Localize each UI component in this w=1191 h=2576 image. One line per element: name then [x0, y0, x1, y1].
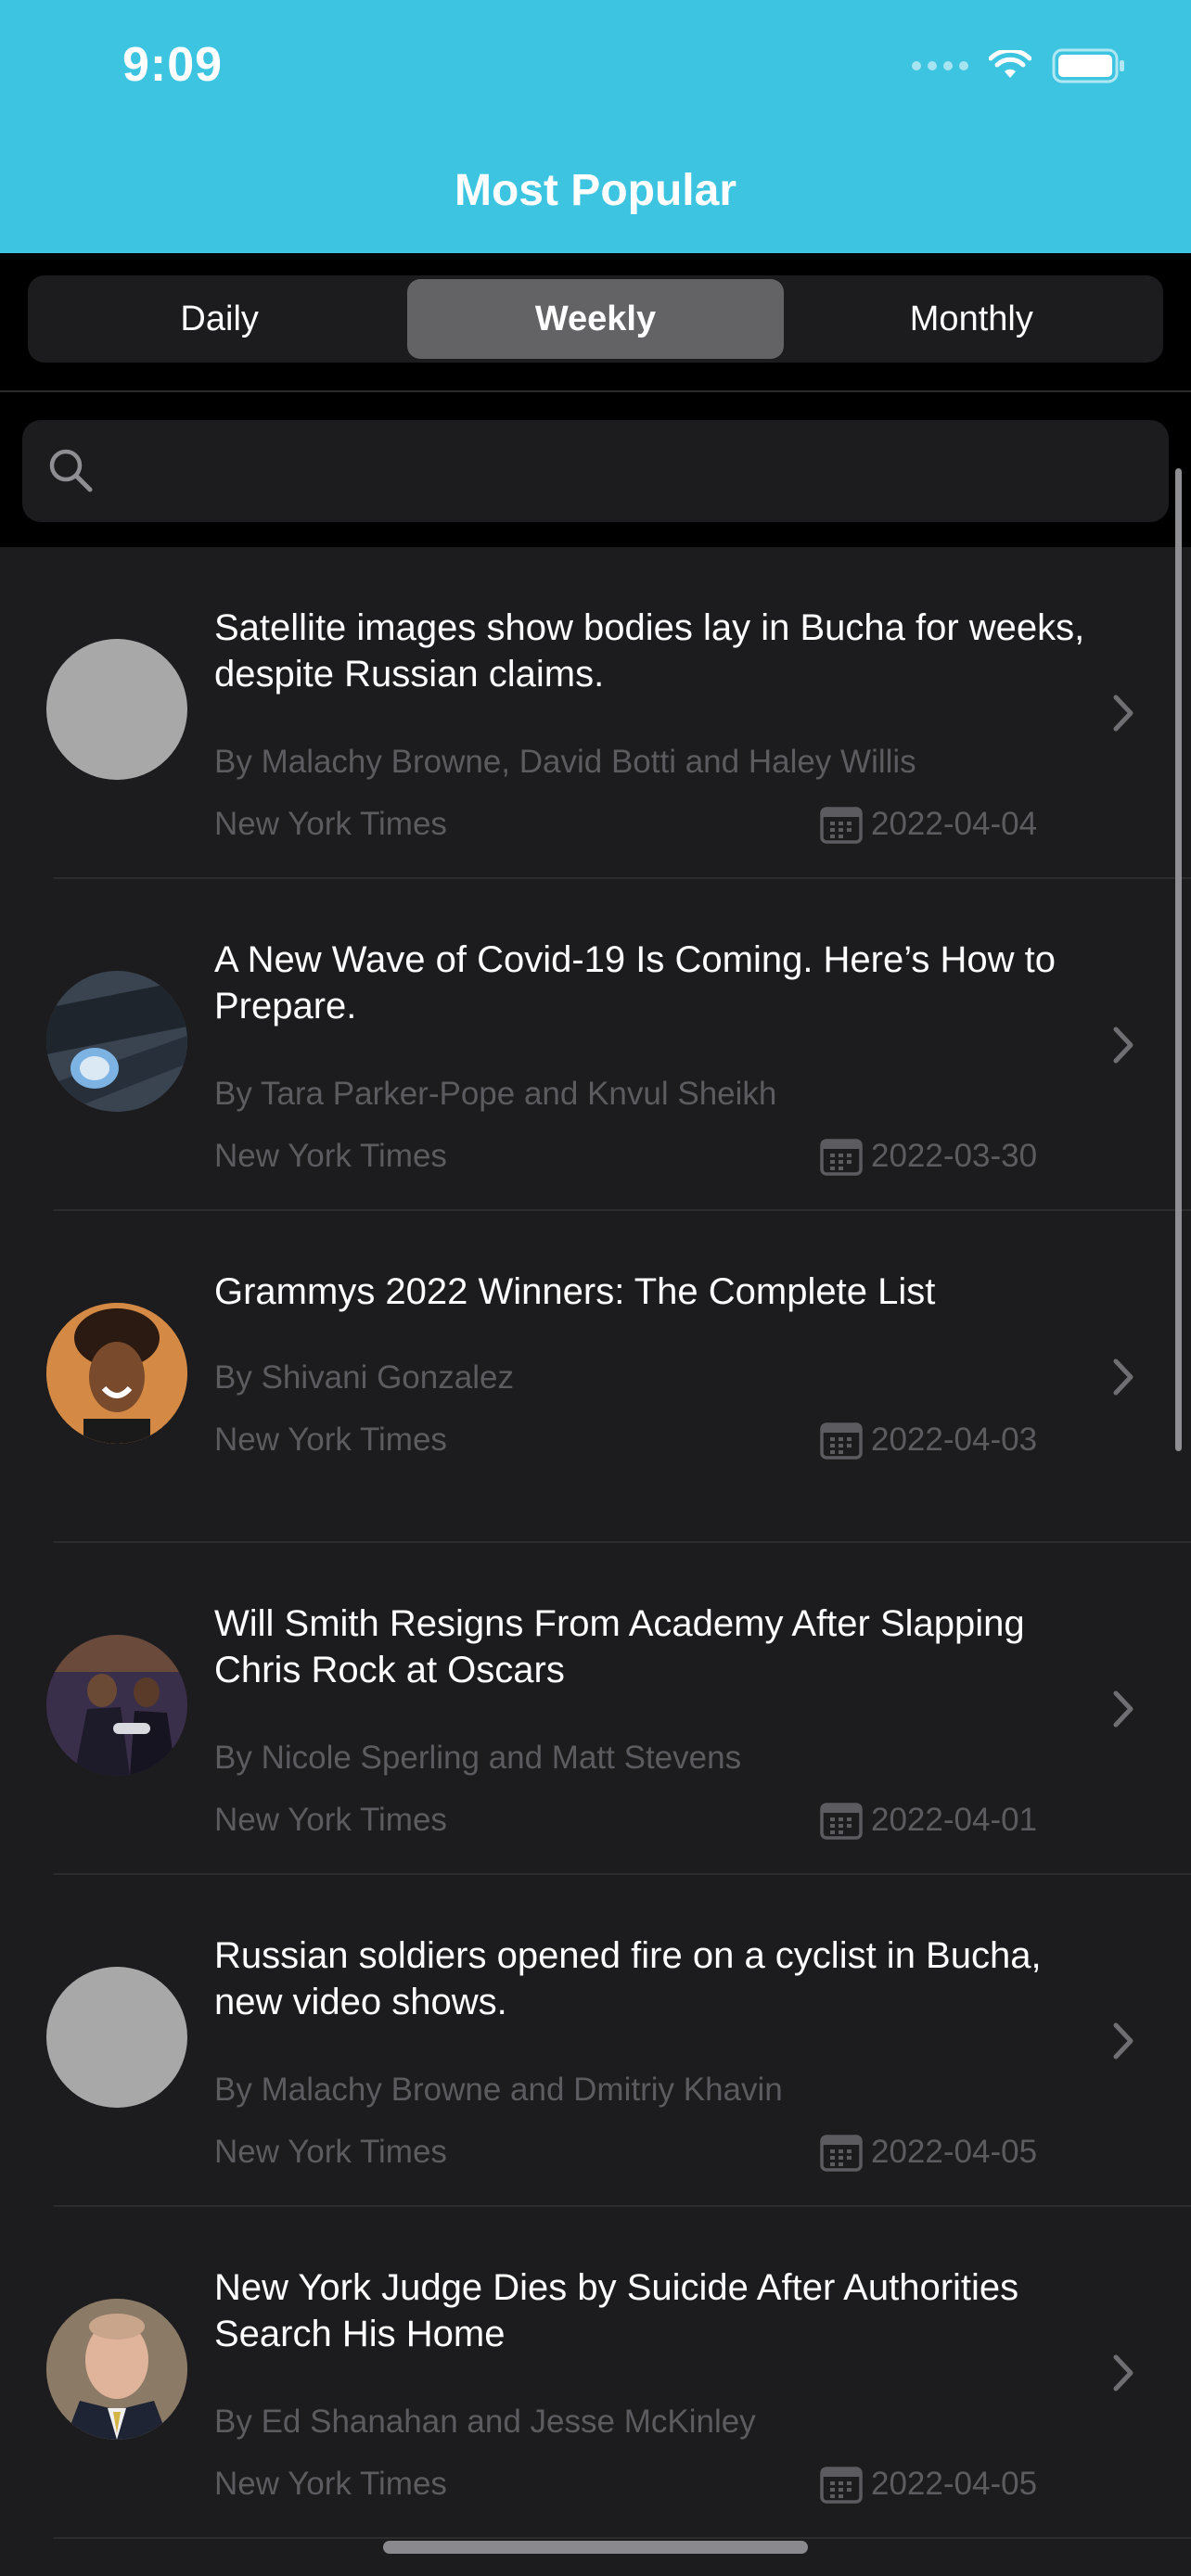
calendar-icon [820, 2135, 863, 2172]
article-row[interactable]: Russian soldiers opened fire on a cyclis… [0, 1875, 1191, 2207]
article-thumbnail [46, 2299, 187, 2440]
article-row[interactable]: Grammys 2022 Winners: The Complete List … [0, 1211, 1191, 1543]
calendar-icon [820, 1422, 863, 1460]
article-date-text: 2022-04-01 [871, 1802, 1038, 1838]
article-byline: By Tara Parker-Pope and Knvul Sheikh [214, 1076, 777, 1112]
article-title: New York Judge Dies by Suicide After Aut… [214, 2267, 1019, 2354]
article-date: 2022-03-30 [819, 1136, 1037, 1177]
article-row[interactable]: Will Smith Resigns From Academy After Sl… [0, 1543, 1191, 1875]
chevron-right-icon [1113, 1027, 1133, 1064]
search-bar[interactable] [22, 420, 1169, 522]
battery-icon [1052, 48, 1124, 83]
segment-monthly[interactable]: Monthly [784, 279, 1159, 359]
search-bar-container [0, 392, 1191, 547]
article-title: A New Wave of Covid-19 Is Coming. Here’s… [214, 939, 1057, 1027]
search-input[interactable] [115, 420, 1154, 522]
article-title: Satellite images show bodies lay in Buch… [214, 607, 1085, 695]
article-date: 2022-04-04 [819, 804, 1037, 845]
scrollbar[interactable] [1175, 468, 1182, 1451]
article-thumbnail [46, 1303, 187, 1444]
search-icon [49, 449, 93, 492]
status-icons [912, 48, 1126, 83]
article-row[interactable]: New York Judge Dies by Suicide After Aut… [0, 2207, 1191, 2539]
calendar-icon [820, 807, 863, 844]
header: 9:09 Most Popular [0, 0, 1191, 253]
article-byline: By Malachy Browne, David Botti and Haley… [214, 744, 916, 780]
article-date-text: 2022-04-05 [871, 2466, 1038, 2502]
segment-bar: Daily Weekly Monthly [0, 253, 1191, 392]
article-source: New York Times [214, 806, 447, 842]
article-list: Satellite images show bodies lay in Buch… [0, 547, 1191, 2539]
article-byline: By Nicole Sperling and Matt Stevens [214, 1740, 742, 1776]
chevron-right-icon [1113, 1690, 1133, 1728]
calendar-icon [820, 1803, 863, 1840]
article-source: New York Times [214, 2466, 447, 2502]
article-source: New York Times [214, 1802, 447, 1838]
article-date: 2022-04-05 [819, 2464, 1037, 2505]
chevron-right-icon [1113, 1358, 1133, 1396]
article-title: Russian soldiers opened fire on a cyclis… [214, 1935, 1042, 2022]
article-source: New York Times [214, 1138, 447, 1174]
article-date-text: 2022-04-05 [871, 2134, 1038, 2170]
article-title: Will Smith Resigns From Academy After Sl… [214, 1603, 1025, 1690]
article-thumbnail [46, 971, 187, 1112]
article-byline: By Malachy Browne and Dmitriy Khavin [214, 2072, 783, 2108]
article-date: 2022-04-03 [819, 1420, 1037, 1460]
article-byline: By Ed Shanahan and Jesse McKinley [214, 2404, 756, 2440]
page-title: Most Popular [454, 166, 736, 215]
article-date-text: 2022-03-30 [871, 1138, 1038, 1174]
article-date-text: 2022-04-03 [871, 1422, 1038, 1458]
article-date-text: 2022-04-04 [871, 806, 1038, 842]
cellular-signal-icon [912, 61, 968, 70]
home-indicator[interactable] [383, 2541, 808, 2554]
segment-weekly[interactable]: Weekly [407, 279, 784, 359]
article-thumbnail [46, 1967, 187, 2108]
chevron-right-icon [1113, 695, 1133, 732]
chevron-right-icon [1113, 2022, 1133, 2060]
calendar-icon [820, 2467, 863, 2504]
article-thumbnail [46, 1635, 187, 1776]
segment-daily[interactable]: Daily [32, 279, 407, 359]
article-byline: By Shivani Gonzalez [214, 1359, 514, 1396]
period-segmented-control: Daily Weekly Monthly [28, 275, 1163, 363]
article-source: New York Times [214, 2134, 447, 2170]
chevron-right-icon [1113, 2354, 1133, 2391]
article-row[interactable]: A New Wave of Covid-19 Is Coming. Here’s… [0, 879, 1191, 1211]
article-title: Grammys 2022 Winners: The Complete List [214, 1271, 936, 1312]
article-source: New York Times [214, 1422, 447, 1458]
article-thumbnail [46, 639, 187, 780]
calendar-icon [820, 1139, 863, 1176]
status-time: 9:09 [122, 38, 224, 92]
article-row[interactable]: Satellite images show bodies lay in Buch… [0, 547, 1191, 879]
article-date: 2022-04-01 [819, 1800, 1037, 1841]
wifi-icon [989, 50, 1031, 78]
article-date: 2022-04-05 [819, 2132, 1037, 2173]
